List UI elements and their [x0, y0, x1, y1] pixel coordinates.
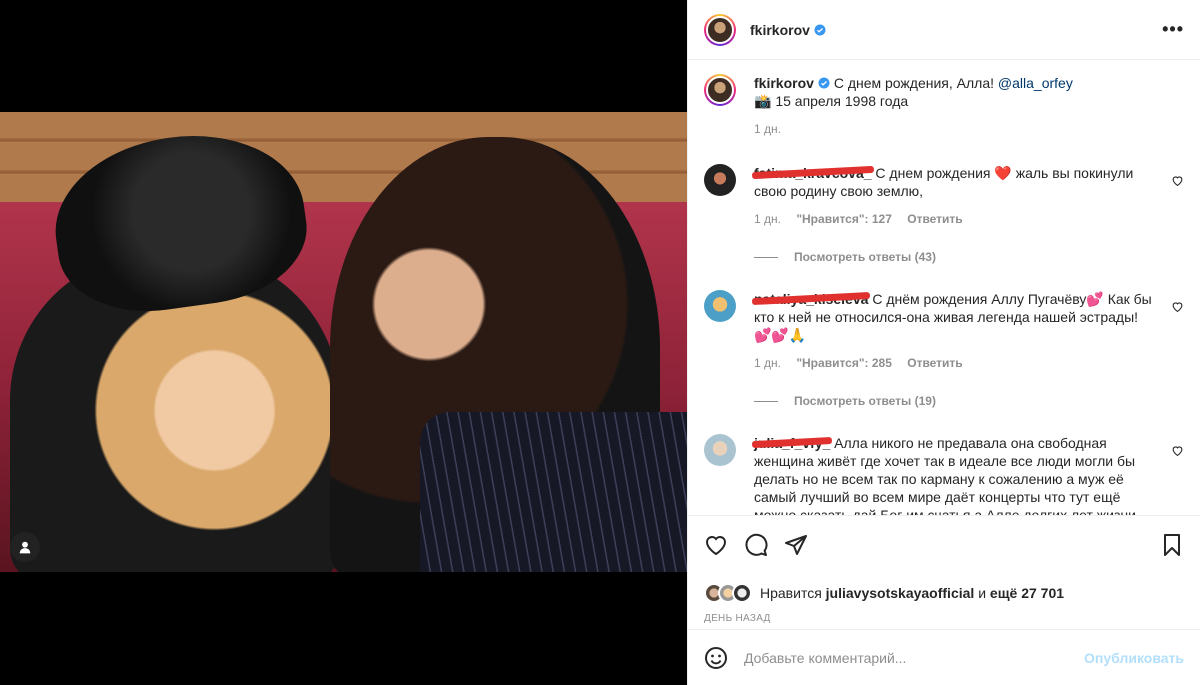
- comment-item: fatima_kravcova_ С днем рождения ❤️ жаль…: [704, 164, 1184, 228]
- heart-icon[interactable]: [704, 533, 728, 557]
- liker-username[interactable]: juliavysotskayaofficial: [826, 585, 975, 601]
- caption-time: 1 дн.: [754, 122, 781, 136]
- caption-line2: 📸 15 апреля 1998 года: [754, 93, 909, 109]
- avatar[interactable]: [704, 74, 736, 106]
- author-username[interactable]: fkirkorov: [750, 22, 826, 38]
- comment-likes[interactable]: "Нравится": 127: [796, 212, 892, 226]
- comment-meta: 1 дн. "Нравится": 127 Ответить: [754, 210, 1154, 228]
- photo-jacket: [420, 412, 687, 572]
- comment-item: julia_f_vfy_ Алла никого не предавала он…: [704, 434, 1184, 515]
- comment-username[interactable]: nataliya_kiseleva: [754, 291, 868, 307]
- comment-input[interactable]: [744, 649, 1085, 666]
- comment-meta: 1 дн. "Нравится": 285 Ответить: [754, 354, 1154, 372]
- post-media: [0, 0, 687, 685]
- verified-badge-icon: [814, 24, 826, 35]
- post-header: fkirkorov •••: [688, 0, 1200, 60]
- likes-count[interactable]: ещё 27 701: [990, 585, 1064, 601]
- comment-like-heart-icon[interactable]: [1171, 444, 1184, 457]
- comment-likes[interactable]: "Нравится": 285: [796, 356, 892, 370]
- avatar[interactable]: [704, 290, 736, 322]
- post-photo[interactable]: [0, 112, 687, 572]
- bookmark-icon[interactable]: [1160, 533, 1184, 557]
- avatar[interactable]: [704, 164, 736, 196]
- caption: fkirkorov С днем рождения, Алла! @alla_o…: [704, 74, 1184, 138]
- caption-mention[interactable]: @alla_orfey: [998, 75, 1073, 91]
- paper-plane-icon[interactable]: [784, 533, 808, 557]
- likes-middle: и: [978, 585, 987, 601]
- more-options-button[interactable]: •••: [1162, 19, 1184, 40]
- view-replies-button[interactable]: Посмотреть ответы (43): [754, 250, 1184, 264]
- reply-button[interactable]: Ответить: [907, 212, 962, 226]
- caption-text: С днем рождения, Алла!: [833, 75, 995, 91]
- caption-username[interactable]: fkirkorov: [754, 75, 814, 91]
- person-tag-icon[interactable]: [10, 532, 40, 562]
- likes-prefix: Нравится: [760, 585, 822, 601]
- add-comment-bar: Опубликовать: [688, 629, 1200, 685]
- likes-summary: Нравится juliavysotskayaofficial и ещё 2…: [688, 573, 1200, 613]
- post-modal: fkirkorov ••• fkirkorov С днем рождения,…: [0, 0, 1200, 685]
- post-actions: [688, 515, 1200, 573]
- view-replies-button[interactable]: Посмотреть ответы (19): [754, 394, 1184, 408]
- comment-like-heart-icon[interactable]: [1171, 174, 1184, 187]
- comment-username[interactable]: fatima_kravcova_: [754, 165, 872, 181]
- liker-avatars: [704, 583, 752, 603]
- comment-time: 1 дн.: [754, 212, 781, 226]
- avatar[interactable]: [704, 13, 736, 46]
- post-sidebar: fkirkorov ••• fkirkorov С днем рождения,…: [687, 0, 1200, 685]
- publish-button[interactable]: Опубликовать: [1084, 650, 1184, 666]
- reply-button[interactable]: Ответить: [907, 356, 962, 370]
- comment-username[interactable]: julia_f_vfy_: [754, 435, 830, 451]
- comment-time: 1 дн.: [754, 356, 781, 370]
- emoji-icon[interactable]: [704, 646, 728, 670]
- comment-item: nataliya_kiseleva С днём рождения Аллу П…: [704, 290, 1184, 372]
- verified-badge-icon: [818, 77, 830, 89]
- post-time: ДЕНЬ НАЗАД: [704, 613, 771, 624]
- comments-list[interactable]: fkirkorov С днем рождения, Алла! @alla_o…: [688, 60, 1200, 515]
- comment-icon[interactable]: [744, 533, 768, 557]
- comment-like-heart-icon[interactable]: [1171, 300, 1184, 313]
- avatar[interactable]: [704, 434, 736, 466]
